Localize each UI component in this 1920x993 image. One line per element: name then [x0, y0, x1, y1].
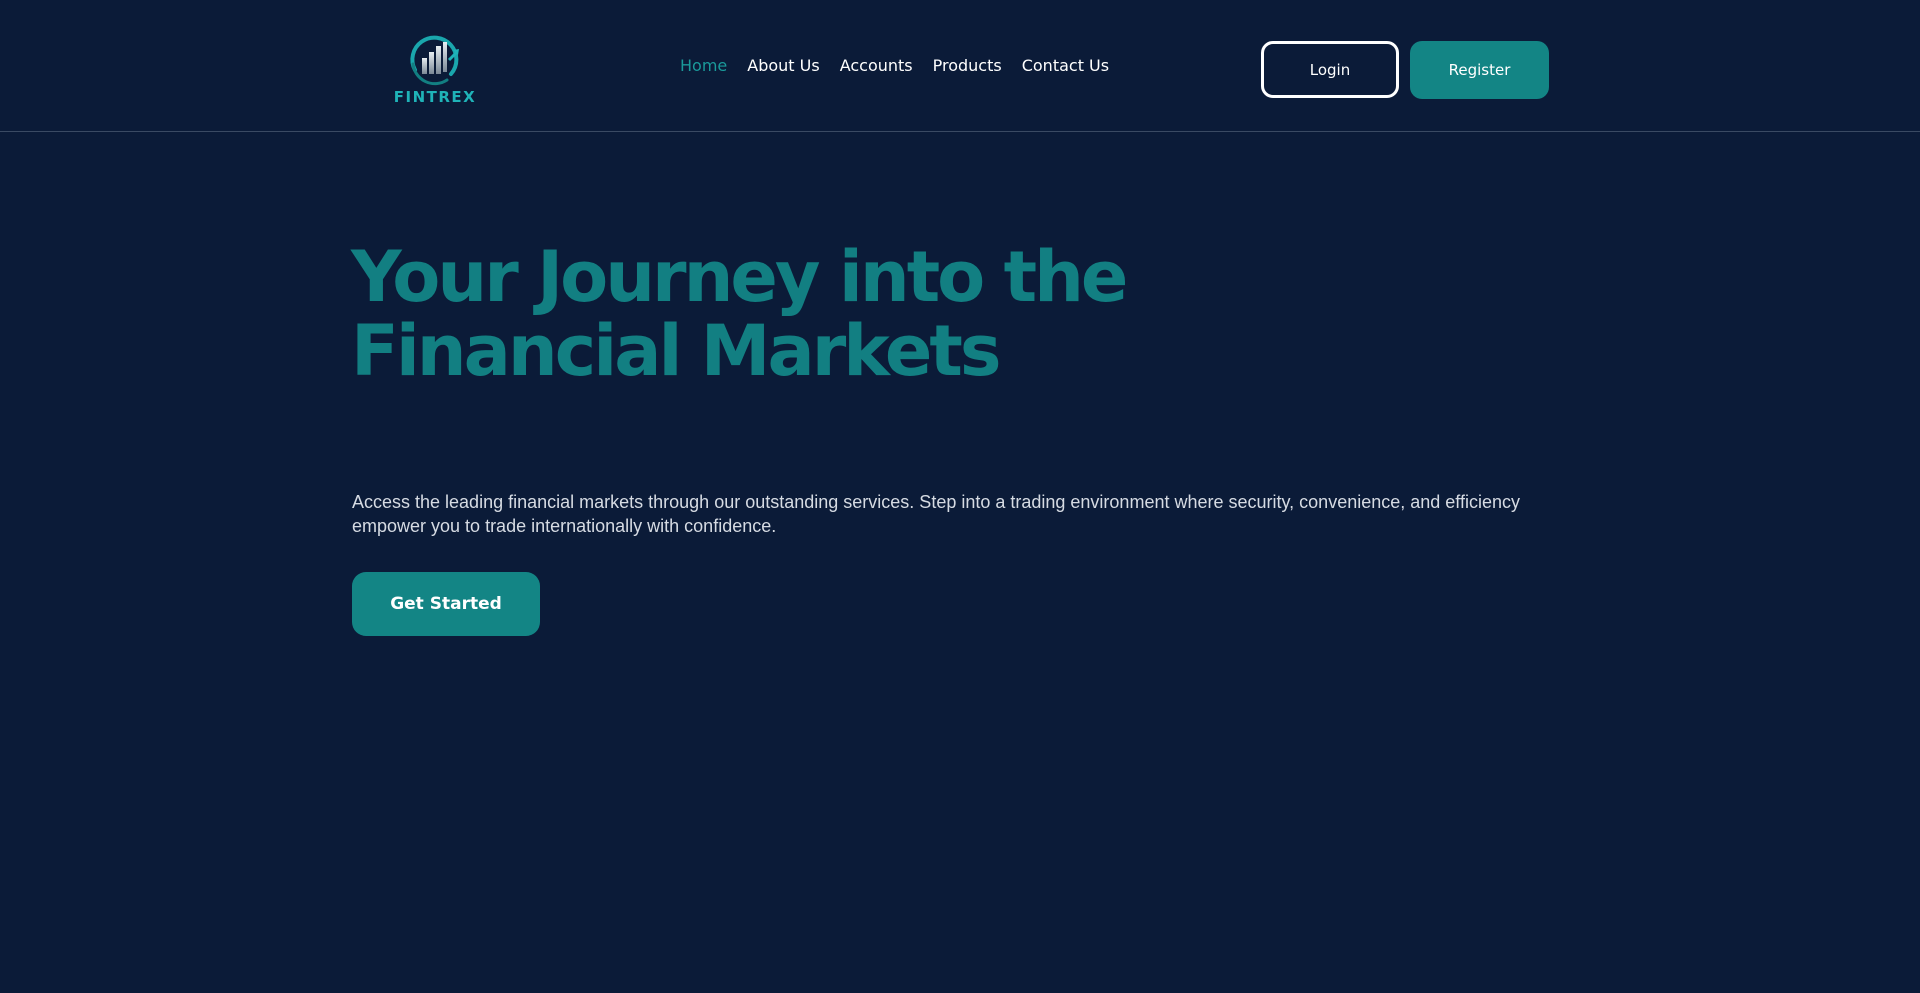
nav-item-products[interactable]: Products — [933, 56, 1002, 75]
logo-text: FINTREX — [393, 88, 477, 106]
chart-growth-icon — [410, 35, 459, 86]
site-header: FINTREX Home About Us Accounts Products … — [0, 0, 1920, 132]
login-button[interactable]: Login — [1261, 41, 1399, 98]
register-button[interactable]: Register — [1410, 41, 1549, 99]
nav-item-contact-us[interactable]: Contact Us — [1022, 56, 1109, 75]
nav-item-home[interactable]: Home — [680, 56, 727, 75]
logo[interactable]: FINTREX — [392, 34, 478, 110]
nav-item-accounts[interactable]: Accounts — [840, 56, 913, 75]
hero-title: Your Journey into the Financial Markets — [351, 236, 1128, 392]
main-nav: Home About Us Accounts Products Contact … — [680, 56, 1109, 75]
nav-item-about-us[interactable]: About Us — [747, 56, 819, 75]
get-started-button[interactable]: Get Started — [352, 572, 540, 636]
hero-description: Access the leading financial markets thr… — [352, 492, 1520, 536]
page: FINTREX Home About Us Accounts Products … — [0, 0, 1920, 993]
